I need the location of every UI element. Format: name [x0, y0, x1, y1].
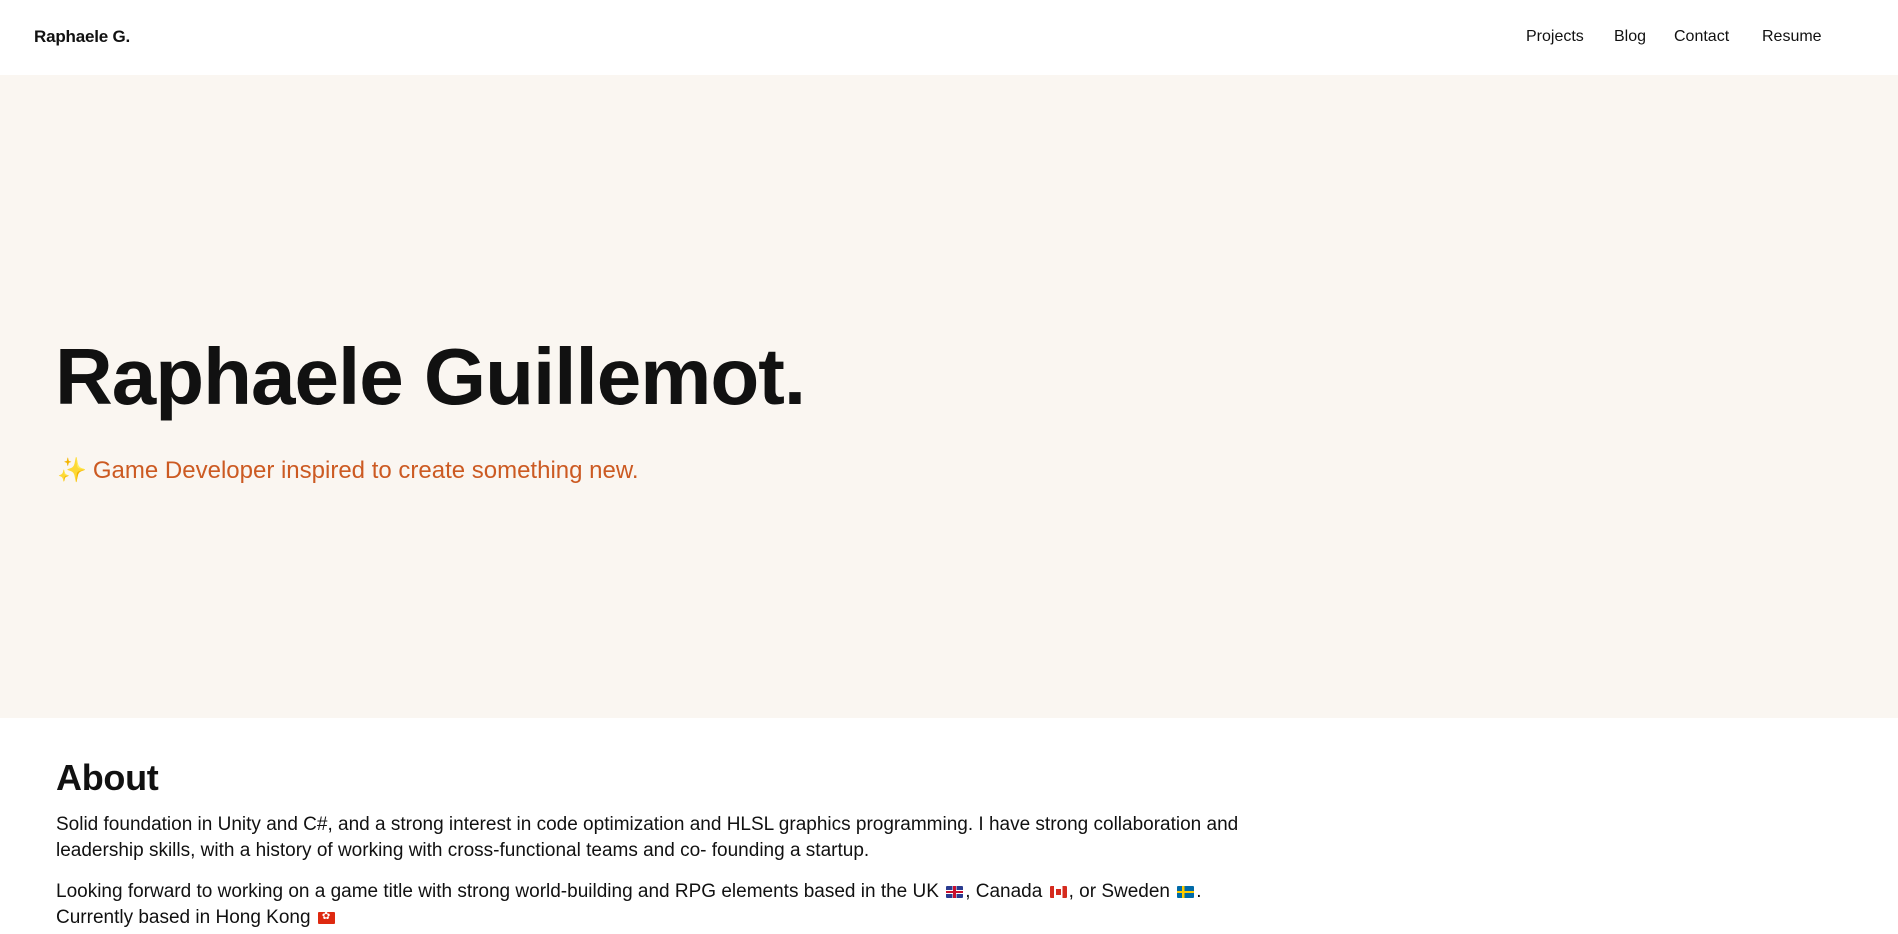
nav-link-blog[interactable]: Blog	[1614, 28, 1646, 46]
nav-link-contact[interactable]: Contact	[1674, 28, 1729, 46]
nav-link-resume[interactable]: Resume	[1762, 28, 1822, 46]
about-section: About Solid foundation in Unity and C#, …	[56, 760, 1336, 931]
about-paragraph-2-part4: .	[1196, 881, 1202, 902]
uk-flag-icon	[946, 886, 964, 898]
about-paragraph-1: Solid foundation in Unity and C#, and a …	[56, 814, 1239, 861]
about-paragraph-2-part3: , or Sweden	[1068, 881, 1171, 902]
about-paragraph-2-part2: , Canada	[965, 881, 1043, 902]
canada-flag-icon	[1049, 886, 1067, 898]
about-heading: About	[56, 757, 159, 798]
hong-kong-flag-icon	[317, 909, 335, 925]
site-header: Raphaele G. Projects Blog Contact Resume	[0, 0, 1898, 75]
page: Raphaele G. Projects Blog Contact Resume…	[0, 0, 1898, 934]
hero-title: Raphaele Guillemot.	[55, 332, 806, 421]
sparkle-icon: ✨	[57, 457, 87, 484]
about-paragraph-2-part5: Currently based in Hong Kong	[56, 907, 311, 928]
hero-subtitle-text: Game Developer inspired to create someth…	[92, 457, 639, 484]
sweden-flag-icon	[1177, 886, 1195, 898]
about-paragraph-2: Looking forward to working on a game tit…	[56, 879, 1296, 931]
about-paragraph-2-part1: Looking forward to working on a game tit…	[56, 881, 939, 902]
hero-subtitle: ✨ Game Developer inspired to create somet…	[57, 459, 639, 483]
nav-link-projects[interactable]: Projects	[1526, 28, 1584, 46]
main-nav: Projects Blog Contact Resume	[0, 28, 1898, 48]
hero-section: Raphaele Guillemot. ✨ Game Developer insp…	[0, 75, 1898, 718]
